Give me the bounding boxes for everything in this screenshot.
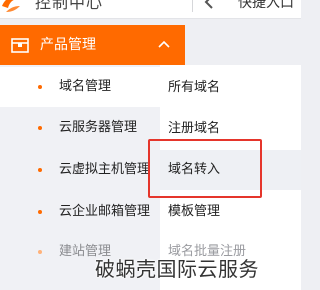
product-management-header[interactable]: 产品管理	[0, 25, 185, 65]
nav-item-label: 域名管理	[59, 79, 112, 94]
chevron-up-icon[interactable]	[158, 39, 170, 49]
nav-item-label: 云企业邮箱管理	[59, 204, 151, 219]
submenu-all-domains[interactable]: 所有域名	[160, 68, 301, 108]
box-icon	[11, 38, 29, 53]
submenu-template-management[interactable]: 模板管理	[160, 192, 301, 232]
nav-item-label: 云服务器管理	[59, 120, 138, 135]
bullet-icon	[38, 168, 42, 172]
header-divider	[192, 0, 193, 12]
nav-item-domain[interactable]: 域名管理	[0, 67, 160, 107]
bullet-icon	[38, 126, 42, 130]
submenu-label: 注册域名	[168, 121, 221, 136]
nav-item-label: 云虚拟主机管理	[59, 162, 151, 177]
highlight-box	[148, 139, 262, 198]
back-arrow-icon[interactable]	[203, 0, 219, 10]
quick-entry-label[interactable]: 快捷入口	[238, 0, 294, 11]
nav-item-cloud-server[interactable]: 云服务器管理	[0, 108, 160, 148]
submenu-label: 模板管理	[168, 204, 221, 219]
nav-item-virtual-host[interactable]: 云虚拟主机管理	[0, 150, 160, 190]
brand-logo-icon[interactable]	[0, 0, 22, 14]
top-header: 控制中心 快捷入口	[0, 0, 301, 19]
section-title: 产品管理	[40, 37, 96, 53]
watermark-text: 破蜗壳国际云服务	[95, 257, 259, 281]
bullet-icon	[38, 210, 42, 214]
bullet-icon	[38, 250, 42, 254]
nav-item-enterprise-mail[interactable]: 云企业邮箱管理	[0, 192, 160, 232]
bullet-icon	[38, 85, 42, 89]
brand-name[interactable]: 控制中心	[35, 0, 103, 11]
submenu-label: 所有域名	[168, 80, 221, 95]
